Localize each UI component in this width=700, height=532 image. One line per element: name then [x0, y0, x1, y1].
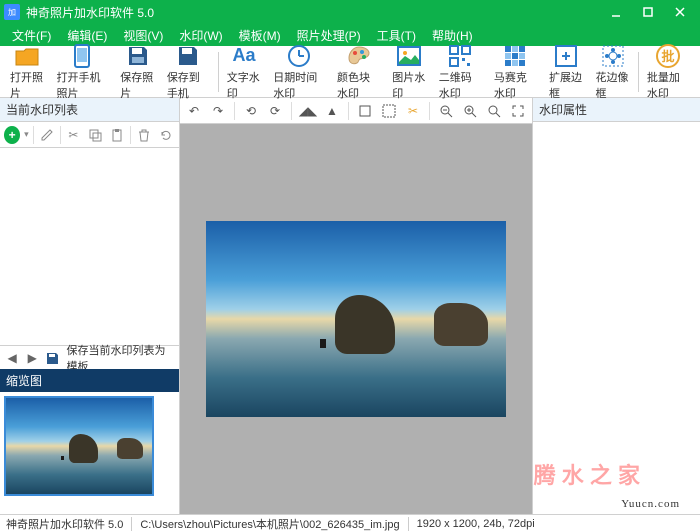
- toolbar-separator: [638, 52, 639, 92]
- properties-header: 水印属性: [533, 98, 700, 122]
- separator: [234, 102, 235, 120]
- wm-list[interactable]: [0, 148, 179, 345]
- canvas-area[interactable]: [180, 124, 532, 514]
- canvas-toolbar: ↶ ↷ ⟲ ⟳ ◢◣ ▲ ✂: [180, 98, 532, 124]
- thumb-area: [0, 392, 179, 514]
- fullscreen-button[interactable]: [508, 101, 528, 121]
- zoom-out-button[interactable]: [436, 101, 456, 121]
- qr-wm-button[interactable]: 二维码水印: [433, 41, 488, 103]
- cut-button[interactable]: ✂: [64, 125, 82, 145]
- separator: [408, 517, 409, 531]
- main-area: 当前水印列表 + ▾ ✂ ◀ ▶ 保存当前水印列表为模板 缩览图: [0, 98, 700, 514]
- text-wm-button[interactable]: Aa文字水印: [221, 41, 268, 103]
- nav-row: ◀ ▶ 保存当前水印列表为模板: [0, 345, 179, 369]
- image-wm-button[interactable]: 图片水印: [386, 41, 433, 103]
- separator: [348, 102, 349, 120]
- thumbnail[interactable]: [4, 396, 154, 496]
- batch-button[interactable]: 批批量加水印: [641, 41, 696, 103]
- copy-button[interactable]: [86, 125, 104, 145]
- open-phone-button[interactable]: 打开手机照片: [51, 41, 115, 103]
- minimize-button[interactable]: [600, 0, 632, 24]
- border-icon: [552, 43, 580, 69]
- main-image[interactable]: [206, 221, 506, 417]
- main-toolbar: 打开照片 打开手机照片 保存照片 保存到手机 Aa文字水印 日期时间水印 颜色块…: [0, 46, 700, 98]
- frame-button[interactable]: 花边像框: [590, 41, 637, 103]
- save-phone-button[interactable]: 保存到手机: [161, 41, 216, 103]
- wm-list-header: 当前水印列表: [0, 98, 179, 122]
- flower-icon: [599, 43, 627, 69]
- image-icon: [395, 43, 423, 69]
- wm-list-toolbar: + ▾ ✂: [0, 122, 179, 148]
- flip-v-button[interactable]: ▲: [322, 101, 342, 121]
- app-icon: 加: [4, 4, 20, 20]
- palette-icon: [345, 43, 373, 69]
- separator: [131, 517, 132, 531]
- edit-wm-button[interactable]: [38, 125, 56, 145]
- rotate-right-button[interactable]: ⟳: [265, 101, 285, 121]
- actual-button[interactable]: [379, 101, 399, 121]
- folder-icon: [13, 43, 41, 69]
- status-app: 神奇照片加水印软件 5.0: [6, 516, 123, 532]
- open-photo-button[interactable]: 打开照片: [4, 41, 51, 103]
- next-button[interactable]: ▶: [24, 349, 40, 367]
- separator: [429, 102, 430, 120]
- batch-icon: 批: [654, 43, 682, 69]
- save-tmpl-icon[interactable]: [44, 349, 60, 367]
- separator: [130, 126, 131, 144]
- paste-button[interactable]: [108, 125, 126, 145]
- mosaic-wm-button[interactable]: 马赛克水印: [488, 41, 543, 103]
- status-info: 1920 x 1200, 24b, 72dpi: [417, 518, 535, 530]
- phone-save-icon: [174, 43, 202, 69]
- dropdown-icon[interactable]: ▾: [24, 129, 29, 140]
- flip-h-button[interactable]: ◢◣: [298, 101, 318, 121]
- refresh-button[interactable]: [157, 125, 175, 145]
- delete-button[interactable]: [135, 125, 153, 145]
- text-icon: Aa: [230, 43, 258, 69]
- prev-button[interactable]: ◀: [4, 349, 20, 367]
- separator: [291, 102, 292, 120]
- app-title: 神奇照片加水印软件 5.0: [26, 4, 600, 21]
- fit-button[interactable]: [355, 101, 375, 121]
- mosaic-icon: [501, 43, 529, 69]
- border-button[interactable]: 扩展边框: [543, 41, 590, 103]
- statusbar: 神奇照片加水印软件 5.0 C:\Users\zhou\Pictures\本机照…: [0, 514, 700, 532]
- close-button[interactable]: [664, 0, 696, 24]
- zoom-fit-button[interactable]: [484, 101, 504, 121]
- status-path: C:\Users\zhou\Pictures\本机照片\002_626435_i…: [140, 516, 399, 532]
- right-panel: 水印属性: [532, 98, 700, 514]
- rotate-left-button[interactable]: ⟲: [241, 101, 261, 121]
- center-panel: ↶ ↷ ⟲ ⟳ ◢◣ ▲ ✂: [180, 98, 532, 514]
- clock-icon: [285, 43, 313, 69]
- save-photo-button[interactable]: 保存照片: [114, 41, 161, 103]
- datetime-wm-button[interactable]: 日期时间水印: [267, 41, 331, 103]
- qr-icon: [446, 43, 474, 69]
- phone-icon: [68, 43, 96, 69]
- thumb-header: 缩览图: [0, 369, 179, 392]
- svg-text:批: 批: [662, 49, 675, 64]
- color-wm-button[interactable]: 颜色块水印: [331, 41, 386, 103]
- titlebar: 加 神奇照片加水印软件 5.0: [0, 0, 700, 24]
- add-wm-button[interactable]: +: [4, 126, 20, 144]
- zoom-in-button[interactable]: [460, 101, 480, 121]
- separator: [33, 126, 34, 144]
- undo-button[interactable]: ↶: [184, 101, 204, 121]
- left-panel: 当前水印列表 + ▾ ✂ ◀ ▶ 保存当前水印列表为模板 缩览图: [0, 98, 180, 514]
- site-watermark: Yuucn.com: [621, 498, 680, 510]
- maximize-button[interactable]: [632, 0, 664, 24]
- save-icon: [124, 43, 152, 69]
- crop-button[interactable]: ✂: [403, 101, 423, 121]
- toolbar-separator: [218, 52, 219, 92]
- redo-button[interactable]: ↷: [208, 101, 228, 121]
- separator: [60, 126, 61, 144]
